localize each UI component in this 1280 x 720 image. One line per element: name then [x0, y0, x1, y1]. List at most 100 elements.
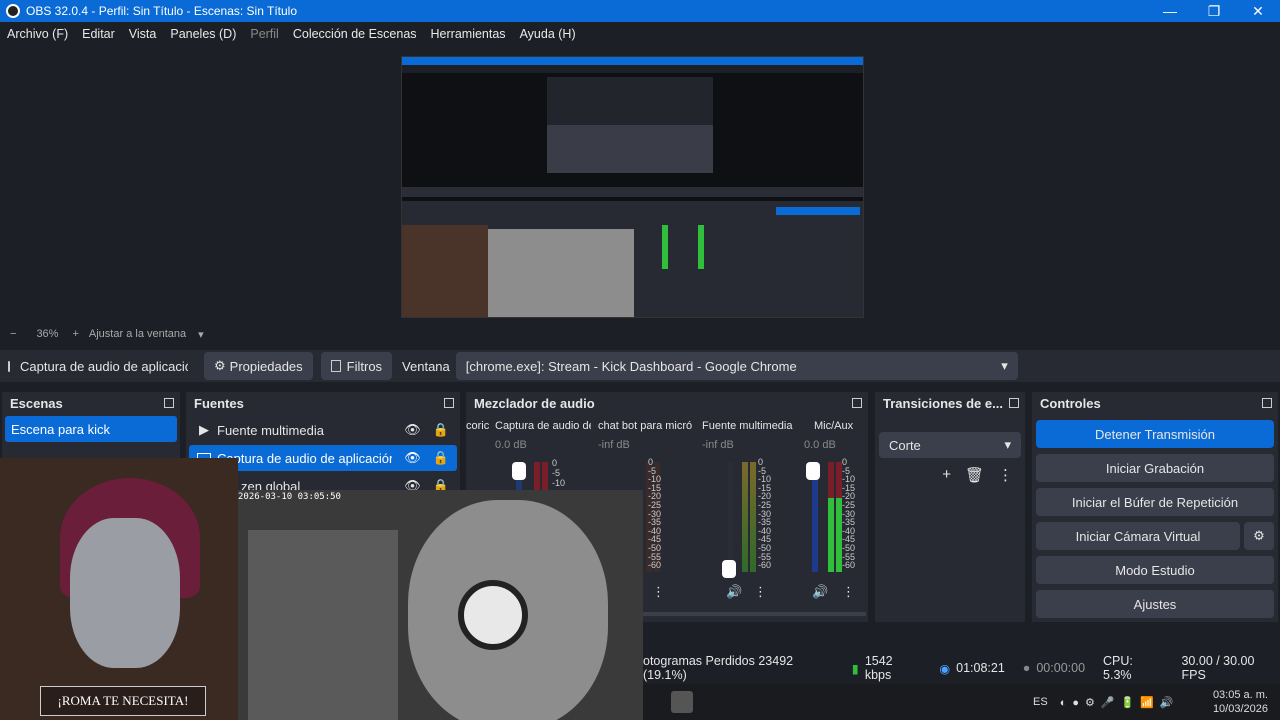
context-bar: Captura de audio de aplicación ⚙ Propied…: [0, 350, 1280, 382]
more-options-icon[interactable]: ⋮: [998, 466, 1013, 484]
preview-mini-stop-button: [776, 207, 860, 215]
virtual-camera-row: Iniciar Cámara Virtual ⚙: [1036, 522, 1274, 550]
speaker-icon[interactable]: 🔊: [726, 584, 742, 600]
volume-slider-handle[interactable]: [806, 462, 820, 480]
undock-icon[interactable]: [164, 398, 174, 408]
undock-icon[interactable]: [852, 398, 862, 408]
lock-icon[interactable]: 🔒: [433, 422, 449, 438]
window-title: OBS 32.0.4 - Perfil: Sin Título - Escena…: [26, 4, 298, 18]
window-select[interactable]: [chrome.exe]: Stream - Kick Dashboard - …: [455, 352, 1018, 380]
properties-button[interactable]: ⚙ Propiedades: [204, 352, 313, 380]
record-time: 00:00:00: [1036, 661, 1086, 675]
scene-item[interactable]: Escena para kick: [5, 416, 177, 442]
menu-ayuda[interactable]: Ayuda (H): [513, 27, 583, 41]
meter-scale: 0 -5 -10 -15 -20 -25 -30 -35 -40 -45 -50 -55 -60: [648, 457, 662, 571]
title-bar: OBS 32.0.4 - Perfil: Sin Título - Escena…: [0, 0, 1280, 22]
trash-icon[interactable]: 🗑: [965, 466, 984, 484]
zoom-in-button[interactable]: +: [72, 328, 78, 340]
menu-herramientas[interactable]: Herramientas: [424, 27, 513, 41]
eye-icon[interactable]: 👁: [404, 422, 421, 438]
menu-paneles[interactable]: Paneles (D): [163, 27, 243, 41]
lock-icon[interactable]: 🔒: [433, 450, 449, 466]
sources-header: Fuentes: [186, 392, 460, 414]
more-options-icon[interactable]: ⋮: [652, 584, 665, 600]
play-icon: ▶: [199, 422, 209, 437]
mixer-db: 0.0 dB: [804, 439, 836, 451]
start-virtual-camera-button[interactable]: Iniciar Cámara Virtual: [1036, 522, 1240, 550]
more-options-icon[interactable]: ⋮: [754, 584, 767, 600]
menu-bar: Archivo (F) Editar Vista Paneles (D) Per…: [0, 22, 1280, 46]
clock[interactable]: 03:05 a. m. 10/03/2026: [1213, 688, 1268, 716]
headphone-icon: [458, 580, 528, 650]
volume-slider-handle[interactable]: [512, 462, 526, 480]
settings-button[interactable]: Ajustes: [1036, 590, 1274, 618]
menu-editar[interactable]: Editar: [75, 27, 122, 41]
source-item[interactable]: ▶ Fuente multimedia 👁 🔒: [189, 417, 457, 443]
mixer-channel-name: Mic/Aux: [814, 420, 854, 432]
camera-timestamp: 2026-03-10 03:05:50: [238, 492, 341, 502]
eye-icon[interactable]: 👁: [404, 450, 421, 466]
transition-select[interactable]: Corte ▾: [879, 432, 1021, 458]
context-source-name: Captura de audio de aplicación: [20, 358, 188, 374]
zoom-mode[interactable]: Ajustar a la ventana: [89, 328, 186, 340]
helmet-figure: [70, 518, 180, 668]
audio-meter: [742, 462, 748, 572]
avatar-banner: ¡ROMA TE NECESITA!: [40, 686, 206, 716]
stop-streaming-button[interactable]: Detener Transmisión: [1036, 420, 1274, 448]
controls-title: Controles: [1040, 395, 1101, 411]
mixer-channel-name: chat bot para micrófono: [598, 420, 692, 432]
mixer-header: Mezclador de audio: [466, 392, 868, 414]
mixer-db: -inf dB: [702, 439, 734, 451]
undock-icon[interactable]: [1262, 398, 1272, 408]
menu-perfil[interactable]: Perfil: [243, 27, 285, 41]
volume-slider-handle[interactable]: [722, 560, 736, 578]
background-chair: [248, 530, 398, 720]
window-label: Ventana: [402, 358, 450, 374]
camera-overlay: 2026-03-10 03:05:50: [238, 490, 643, 720]
zoom-level: 36%: [36, 328, 59, 340]
add-icon[interactable]: +: [942, 466, 951, 484]
signal-icon: ▮: [851, 661, 859, 676]
menu-archivo[interactable]: Archivo (F): [0, 27, 75, 41]
undock-icon[interactable]: [444, 398, 454, 408]
mixer-db: 0.0 dB: [495, 439, 527, 451]
source-label: Captura de audio de aplicación (BETA): [217, 450, 393, 466]
filter-icon: [330, 360, 341, 372]
undock-icon[interactable]: [1009, 398, 1019, 408]
start-replay-buffer-button[interactable]: Iniciar el Búfer de Repetición: [1036, 488, 1274, 516]
start-recording-button[interactable]: Iniciar Grabación: [1036, 454, 1274, 482]
clock-time: 03:05 a. m.: [1212, 689, 1268, 701]
mixer-channel-name: coric: [466, 420, 490, 432]
tray-icons[interactable]: ◐●⚙🎤🔋📶🔊: [1060, 696, 1180, 709]
mixer-scrollbar[interactable]: [642, 612, 866, 616]
window-select-value: [chrome.exe]: Stream - Kick Dashboard - …: [465, 358, 797, 374]
preview-nested-docks: [547, 125, 713, 173]
mixer-title: Mezclador de audio: [474, 395, 595, 411]
more-options-icon[interactable]: ⋮: [842, 584, 855, 600]
volume-slider[interactable]: [728, 462, 734, 572]
taskbar-app-icon[interactable]: [671, 691, 693, 713]
filters-button[interactable]: Filtros: [320, 352, 393, 380]
taskbar: ES ◐●⚙🎤🔋📶🔊 03:05 a. m. 10/03/2026: [643, 684, 1280, 720]
minimize-button[interactable]: —: [1148, 0, 1192, 22]
bitrate: 1542 kbps: [864, 654, 893, 682]
preview-canvas[interactable]: [401, 56, 864, 318]
studio-mode-button[interactable]: Modo Estudio: [1036, 556, 1274, 584]
scenes-header: Escenas: [2, 392, 180, 414]
chevron-down-icon[interactable]: ▾: [198, 328, 204, 341]
preview-mini-meter: [698, 225, 704, 269]
maximize-button[interactable]: ❐: [1192, 0, 1236, 22]
transitions-dock: Transiciones de e... Corte ▾ + 🗑 ⋮: [875, 392, 1025, 622]
gear-icon[interactable]: ⚙: [1244, 522, 1274, 550]
menu-vista[interactable]: Vista: [122, 27, 164, 41]
speaker-icon[interactable]: 🔊: [812, 584, 828, 600]
mixer-db: -inf dB: [598, 439, 630, 451]
zoom-bar: − 36% + Ajustar a la ventana ▾: [0, 324, 1280, 344]
preview-mini-meter: [662, 225, 668, 269]
menu-coleccion-escenas[interactable]: Colección de Escenas: [286, 27, 424, 41]
close-button[interactable]: ✕: [1236, 0, 1280, 22]
source-label: Fuente multimedia: [217, 422, 324, 438]
language-indicator[interactable]: ES: [1033, 696, 1048, 708]
zoom-out-button[interactable]: −: [10, 328, 16, 340]
mixer-channel-name: Fuente multimedia: [702, 420, 793, 432]
